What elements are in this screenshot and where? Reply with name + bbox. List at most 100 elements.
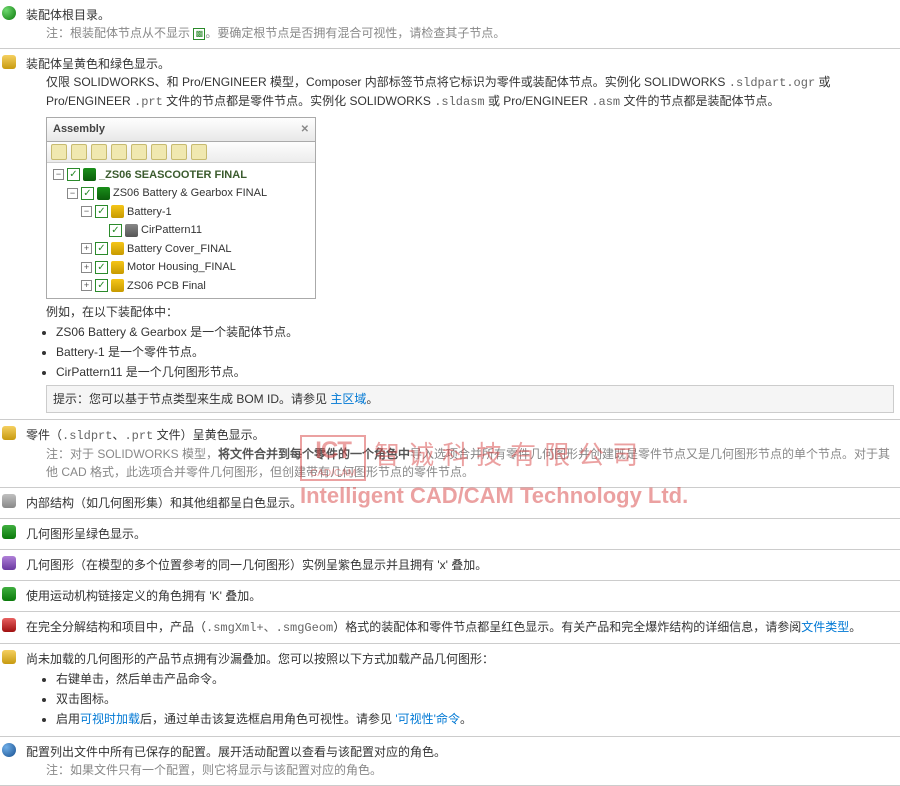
- tree-label: ZS06 Battery & Gearbox FINAL: [113, 185, 267, 202]
- checkbox-icon[interactable]: ✓: [81, 187, 94, 200]
- tree-label: CirPattern11: [141, 222, 202, 239]
- checkbox-icon[interactable]: ✓: [95, 242, 108, 255]
- toolbar-icon[interactable]: [51, 144, 67, 160]
- assembly-icon: [2, 55, 16, 69]
- checkbox-icon[interactable]: ✓: [67, 168, 80, 181]
- row-geometry-instance: 几何图形（在模型的多个位置参考的同一几何图形）实例呈紫色显示并且拥有 'x' 叠…: [0, 550, 900, 581]
- link-file-types[interactable]: 文件类型: [801, 620, 849, 634]
- assembly-node-icon: [83, 168, 96, 181]
- row-icon: [0, 523, 24, 545]
- config-icon: [2, 743, 16, 757]
- tree-row[interactable]: +✓Motor Housing_FINAL: [53, 258, 309, 277]
- row-paragraph: 仅限 SOLIDWORKS、和 Pro/ENGINEER 模型，Composer…: [46, 73, 894, 111]
- row-icon: [0, 741, 24, 781]
- toolbar-icon[interactable]: [91, 144, 107, 160]
- list-item: CirPattern11 是一个几何图形节点。: [56, 363, 894, 381]
- list-item: 双击图标。: [56, 690, 894, 708]
- assembly-tree: −✓_ZS06 SEASCOOTER FINAL −✓ZS06 Battery …: [47, 163, 315, 299]
- toolbar-icon[interactable]: [71, 144, 87, 160]
- assembly-panel-title: Assembly ✕: [47, 118, 315, 142]
- link-load-on-visible[interactable]: 可视时加载: [80, 712, 140, 726]
- assembly-node-icon: [97, 187, 110, 200]
- checkbox-icon[interactable]: ✓: [109, 224, 122, 237]
- row-note: 注：根装配体节点从不显示 ▩。要确定根节点是否拥有混合可视性，请检查其子节点。: [46, 24, 894, 42]
- row-products-red: 在完全分解结构和项目中，产品（.smgXml+、.smgGeom）格式的装配体和…: [0, 612, 900, 644]
- row-title: 零件（.sldprt、.prt 文件）呈黄色显示。: [26, 426, 894, 445]
- load-bullets: 右键单击，然后单击产品命令。 双击图标。 启用可视时加载后，通过单击该复选框启用…: [56, 670, 894, 728]
- tree-label: ZS06 PCB Final: [127, 278, 206, 295]
- example-bullets: ZS06 Battery & Gearbox 是一个装配体节点。 Battery…: [56, 323, 894, 381]
- toolbar-icon[interactable]: [111, 144, 127, 160]
- part-node-icon: [111, 261, 124, 274]
- tip-box: 提示：您可以基于节点类型来生成 BOM ID。请参见 主区域。: [46, 385, 894, 413]
- tree-row[interactable]: −✓ Battery-1: [53, 203, 309, 222]
- checkbox-icon: ▩: [193, 28, 205, 40]
- checkbox-icon[interactable]: ✓: [95, 261, 108, 274]
- link-visibility-cmd[interactable]: '可视性'命令: [395, 712, 460, 726]
- row-internal-structure: 内部结构（如几何图形集）和其他组都呈白色显示。: [0, 488, 900, 519]
- row-icon: [0, 53, 24, 415]
- tree-row[interactable]: +✓ Battery Cover_FINAL: [53, 240, 309, 259]
- row-content: 零件（.sldprt、.prt 文件）呈黄色显示。 注：对于 SOLIDWORK…: [24, 424, 900, 483]
- assembly-toolbar: [47, 142, 315, 163]
- tree-row[interactable]: +✓ ZS06 PCB Final: [53, 277, 309, 296]
- row-note: 注：对于 SOLIDWORKS 模型，将文件合并到每个零件的一个角色中导入选项合…: [46, 445, 894, 481]
- row-configurations: 配置列出文件中所有已保存的配置。展开活动配置以查看与该配置对应的角色。 注：如果…: [0, 737, 900, 786]
- collapse-icon[interactable]: −: [53, 169, 64, 180]
- row-assembly-colors: 装配体呈黄色和绿色显示。 仅限 SOLIDWORKS、和 Pro/ENGINEE…: [0, 49, 900, 420]
- row-geometry-green: 几何图形呈绿色显示。: [0, 519, 900, 550]
- row-icon: [0, 616, 24, 639]
- list-item: 右键单击，然后单击产品命令。: [56, 670, 894, 688]
- toolbar-icon[interactable]: [151, 144, 167, 160]
- row-title: 几何图形（在模型的多个位置参考的同一几何图形）实例呈紫色显示并且拥有 'x' 叠…: [24, 554, 900, 576]
- group-icon: [2, 494, 16, 508]
- row-note: 注：如果文件只有一个配置，则它将显示与该配置对应的角色。: [46, 761, 894, 779]
- toolbar-icon[interactable]: [191, 144, 207, 160]
- list-item: Battery-1 是一个零件节点。: [56, 343, 894, 361]
- assembly-panel: Assembly ✕ −✓_ZS06 SEASCOOTER FINAL −✓ZS…: [46, 117, 316, 299]
- row-kinematic: 使用运动机构链接定义的角色拥有 'K' 叠加。: [0, 581, 900, 612]
- row-icon: [0, 554, 24, 576]
- toolbar-icon[interactable]: [171, 144, 187, 160]
- part-node-icon: [111, 242, 124, 255]
- row-title: 配置列出文件中所有已保存的配置。展开活动配置以查看与该配置对应的角色。: [26, 743, 894, 761]
- collapse-icon[interactable]: −: [81, 206, 92, 217]
- row-title: 装配体根目录。: [26, 6, 894, 24]
- sphere-icon: [2, 6, 16, 20]
- tree-row[interactable]: ✓ CirPattern11: [53, 221, 309, 240]
- list-item: ZS06 Battery & Gearbox 是一个装配体节点。: [56, 323, 894, 341]
- row-title: 内部结构（如几何图形集）和其他组都呈白色显示。: [24, 492, 900, 514]
- expand-icon[interactable]: +: [81, 262, 92, 273]
- part-node-icon: [111, 205, 124, 218]
- list-item: 启用可视时加载后，通过单击该复选框启用角色可视性。请参见 '可视性'命令。: [56, 710, 894, 728]
- row-content: 装配体呈黄色和绿色显示。 仅限 SOLIDWORKS、和 Pro/ENGINEE…: [24, 53, 900, 415]
- row-content: 在完全分解结构和项目中，产品（.smgXml+、.smgGeom）格式的装配体和…: [24, 616, 900, 639]
- tree-row[interactable]: −✓ _ZS06 SEASCOOTER FINAL: [53, 166, 309, 185]
- row-icon: [0, 424, 24, 483]
- checkbox-icon[interactable]: ✓: [95, 205, 108, 218]
- row-content: 装配体根目录。 注：根装配体节点从不显示 ▩。要确定根节点是否拥有混合可视性，请…: [24, 4, 900, 44]
- row-content: 尚未加载的几何图形的产品节点拥有沙漏叠加。您可以按照以下方式加载产品几何图形： …: [24, 648, 900, 732]
- tree-label: _ZS06 SEASCOOTER FINAL: [99, 167, 247, 184]
- row-icon: [0, 492, 24, 514]
- row-title: 装配体呈黄色和绿色显示。: [26, 55, 894, 73]
- kinematic-icon: [2, 587, 16, 601]
- tree-label: Battery Cover_FINAL: [127, 241, 232, 258]
- product-icon: [2, 618, 16, 632]
- note-strong: 将文件合并到每个零件的一个角色中: [218, 447, 410, 461]
- tree-label: Battery-1: [127, 204, 172, 221]
- hourglass-icon: [2, 650, 16, 664]
- row-title: 使用运动机构链接定义的角色拥有 'K' 叠加。: [24, 585, 900, 607]
- row-title: 尚未加载的几何图形的产品节点拥有沙漏叠加。您可以按照以下方式加载产品几何图形：: [26, 650, 894, 668]
- row-icon: [0, 4, 24, 44]
- collapse-icon[interactable]: −: [67, 188, 78, 199]
- tree-row[interactable]: −✓ ZS06 Battery & Gearbox FINAL: [53, 184, 309, 203]
- expand-icon[interactable]: +: [81, 280, 92, 291]
- row-root-assembly: 装配体根目录。 注：根装配体节点从不显示 ▩。要确定根节点是否拥有混合可视性，请…: [0, 0, 900, 49]
- close-icon[interactable]: ✕: [301, 122, 309, 137]
- link-main-region[interactable]: 主区域: [330, 392, 366, 406]
- toolbar-icon[interactable]: [131, 144, 147, 160]
- expand-icon[interactable]: +: [81, 243, 92, 254]
- part-node-icon: [111, 279, 124, 292]
- checkbox-icon[interactable]: ✓: [95, 279, 108, 292]
